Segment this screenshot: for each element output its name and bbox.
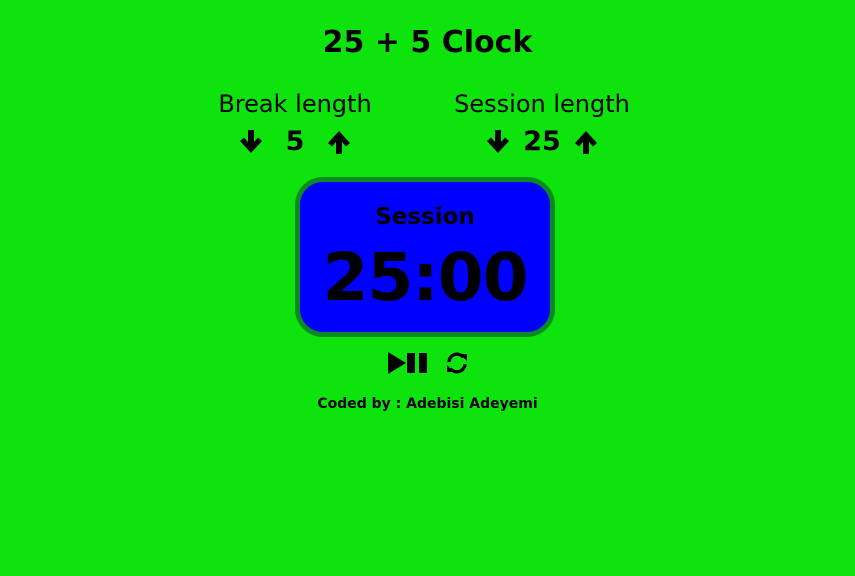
session-length-controls: 25 bbox=[432, 124, 652, 160]
timer-label: Session bbox=[375, 204, 475, 230]
timer-controls bbox=[0, 348, 855, 378]
reset-button[interactable] bbox=[445, 351, 469, 375]
refresh-icon bbox=[446, 352, 467, 374]
break-increment-button[interactable] bbox=[324, 127, 354, 157]
break-length-label: Break length bbox=[218, 90, 372, 118]
arrow-up-icon bbox=[328, 131, 350, 154]
arrow-down-icon bbox=[487, 130, 510, 153]
session-length-value: 25 bbox=[523, 126, 561, 157]
session-decrement-button[interactable] bbox=[483, 127, 513, 157]
break-decrement-button[interactable] bbox=[236, 127, 266, 157]
play-pause-icon bbox=[387, 352, 427, 374]
arrow-up-icon bbox=[574, 131, 597, 154]
time-left: 25:00 bbox=[322, 239, 528, 316]
break-length-value: 5 bbox=[285, 126, 305, 157]
timer-display: Session 25:00 bbox=[295, 177, 555, 337]
arrow-down-icon bbox=[240, 130, 262, 153]
page-title: 25 + 5 Clock bbox=[322, 25, 533, 60]
break-length-control: Break length 5 bbox=[185, 88, 405, 160]
break-length-controls: 5 bbox=[185, 124, 405, 160]
session-length-control: Session length 25 bbox=[432, 88, 652, 160]
session-length-label: Session length bbox=[454, 90, 630, 118]
session-increment-button[interactable] bbox=[571, 127, 601, 157]
play-pause-button[interactable] bbox=[387, 350, 429, 376]
author-credit: Coded by : Adebisi Adeyemi bbox=[317, 396, 538, 412]
